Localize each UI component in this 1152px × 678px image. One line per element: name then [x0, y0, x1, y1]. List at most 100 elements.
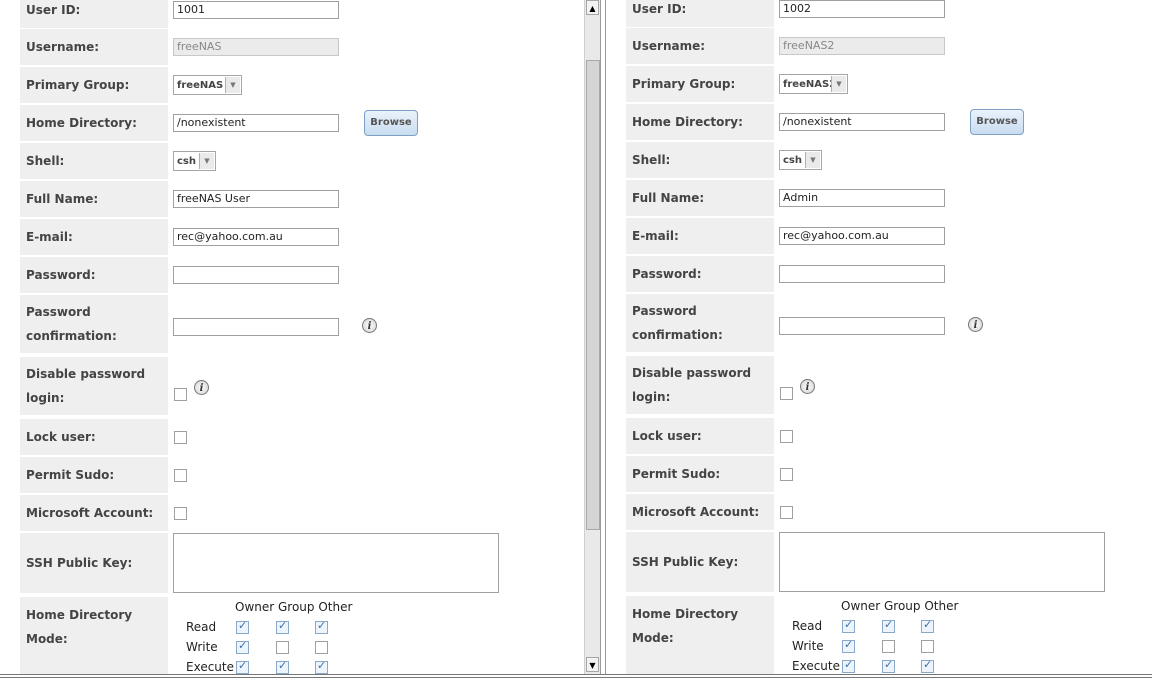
field-cell: /nonexistent Browse: [170, 105, 580, 141]
form-row-shell: Shell: csh ▼: [626, 142, 1152, 178]
mode-execute-owner-checkbox[interactable]: [842, 658, 855, 673]
shell-select[interactable]: csh ▼: [779, 150, 822, 170]
field-label-text: confirmation:: [632, 328, 723, 342]
disable-password-login-checkbox[interactable]: [780, 387, 793, 400]
mode-execute-other-checkbox[interactable]: [315, 659, 328, 674]
field-cell: freeNAS User: [170, 181, 580, 217]
mode-execute-owner-checkbox[interactable]: [236, 659, 249, 674]
field-label: E-mail:: [626, 218, 774, 254]
chevron-down-icon[interactable]: ▼: [225, 77, 240, 93]
form-row-microsoft-account: Microsoft Account:: [626, 494, 1152, 530]
user-id-input[interactable]: 1002: [779, 0, 945, 18]
field-label-text: E-mail:: [632, 229, 679, 243]
home-directory-input[interactable]: /nonexistent: [173, 114, 339, 132]
field-cell: i: [170, 295, 580, 353]
primary-group-select[interactable]: freeNAS ▼: [173, 75, 242, 95]
mode-execute-other-checkbox[interactable]: [921, 658, 934, 673]
microsoft-account-checkbox[interactable]: [780, 506, 793, 519]
field-label-text: Home Directory: [26, 608, 133, 622]
form-row-mode: Home Directory Mode: Owner Group Other Read…: [20, 597, 580, 674]
form-row-lock-user: Lock user:: [20, 419, 580, 455]
form-row-shell: Shell: csh ▼: [20, 143, 580, 179]
chevron-down-icon[interactable]: ▼: [199, 153, 214, 169]
field-cell: [776, 418, 1152, 454]
field-cell: [170, 457, 580, 493]
permit-sudo-checkbox[interactable]: [174, 469, 187, 482]
field-label-text: SSH Public Key:: [632, 555, 739, 569]
permission-label-execute: Execute: [186, 660, 234, 674]
password-input[interactable]: [779, 265, 945, 283]
disable-password-login-checkbox[interactable]: [174, 388, 187, 401]
info-icon[interactable]: i: [194, 380, 209, 395]
chevron-down-icon[interactable]: ▼: [831, 76, 846, 92]
field-label: Microsoft Account:: [20, 495, 168, 531]
permission-label-write: Write: [792, 639, 824, 653]
mode-write-group-checkbox[interactable]: [882, 640, 895, 653]
browse-button[interactable]: Browse: [364, 110, 418, 136]
mode-write-group-checkbox[interactable]: [276, 641, 289, 654]
mode-read-group-checkbox[interactable]: [276, 619, 289, 634]
mode-execute-group-checkbox[interactable]: [276, 659, 289, 674]
field-label: SSH Public Key:: [626, 532, 774, 592]
password-confirmation-input[interactable]: [779, 317, 945, 335]
field-label: Lock user:: [626, 418, 774, 454]
email-input[interactable]: rec@yahoo.com.au: [173, 228, 339, 246]
field-label-text: Mode:: [632, 631, 674, 645]
info-icon[interactable]: i: [800, 379, 815, 394]
mode-write-other-checkbox[interactable]: [921, 640, 934, 653]
field-label: Primary Group:: [20, 67, 168, 103]
field-cell: /nonexistent Browse: [776, 104, 1152, 140]
field-label: Lock user:: [20, 419, 168, 455]
ssh-public-key-textarea[interactable]: [173, 533, 499, 593]
shell-select[interactable]: csh ▼: [173, 151, 216, 171]
field-cell: Owner Group Other Read Write Execute: [776, 596, 1152, 674]
scrollbar-thumb[interactable]: [586, 60, 600, 530]
field-label: Full Name:: [626, 180, 774, 216]
field-label-text: Full Name:: [632, 191, 705, 205]
mode-read-other-checkbox[interactable]: [315, 619, 328, 634]
field-label-text: Permit Sudo:: [26, 468, 115, 482]
field-label-text: Password:: [632, 267, 702, 281]
mode-write-owner-checkbox[interactable]: [236, 639, 249, 654]
permission-label-read: Read: [186, 620, 217, 634]
field-cell: csh ▼: [776, 142, 1152, 178]
mode-execute-group-checkbox[interactable]: [882, 658, 895, 673]
mode-write-other-checkbox[interactable]: [315, 641, 328, 654]
mode-read-group-checkbox[interactable]: [882, 618, 895, 633]
mode-write-owner-checkbox[interactable]: [842, 638, 855, 653]
lock-user-checkbox[interactable]: [780, 430, 793, 443]
field-label: Permit Sudo:: [20, 457, 168, 493]
info-icon[interactable]: i: [968, 317, 983, 332]
ssh-public-key-textarea[interactable]: [779, 532, 1105, 592]
microsoft-account-checkbox[interactable]: [174, 507, 187, 520]
mode-read-owner-checkbox[interactable]: [842, 618, 855, 633]
info-icon[interactable]: i: [362, 318, 377, 333]
field-label-text: Lock user:: [632, 429, 702, 443]
mode-read-owner-checkbox[interactable]: [236, 619, 249, 634]
field-label-text: E-mail:: [26, 230, 73, 244]
permission-label-read: Read: [792, 619, 823, 633]
browse-button[interactable]: Browse: [970, 109, 1024, 135]
field-cell: i: [776, 294, 1152, 352]
primary-group-select[interactable]: freeNAS2 ▼: [779, 74, 848, 94]
permit-sudo-checkbox[interactable]: [780, 468, 793, 481]
user-id-input[interactable]: 1001: [173, 1, 339, 19]
field-label: User ID:: [20, 0, 168, 28]
home-directory-input[interactable]: /nonexistent: [779, 113, 945, 131]
full-name-input[interactable]: freeNAS User: [173, 190, 339, 208]
password-confirmation-input[interactable]: [173, 318, 339, 336]
mode-read-other-checkbox[interactable]: [921, 618, 934, 633]
full-name-input[interactable]: Admin: [779, 189, 945, 207]
arrow-down-icon[interactable]: ▼: [586, 657, 599, 672]
lock-user-checkbox[interactable]: [174, 431, 187, 444]
arrow-up-icon[interactable]: ▲: [586, 0, 599, 15]
left-scrollbar[interactable]: ▲ ▼: [584, 0, 601, 674]
field-label-text: Microsoft Account:: [632, 505, 760, 519]
form-row-ssh-public-key: SSH Public Key:: [20, 533, 580, 593]
password-input[interactable]: [173, 266, 339, 284]
form-row-password-confirmation: Password confirmation: i: [626, 294, 1152, 352]
field-label-text: Password: [632, 304, 697, 318]
email-input[interactable]: rec@yahoo.com.au: [779, 227, 945, 245]
field-label: Username:: [626, 28, 774, 64]
chevron-down-icon[interactable]: ▼: [805, 152, 820, 168]
